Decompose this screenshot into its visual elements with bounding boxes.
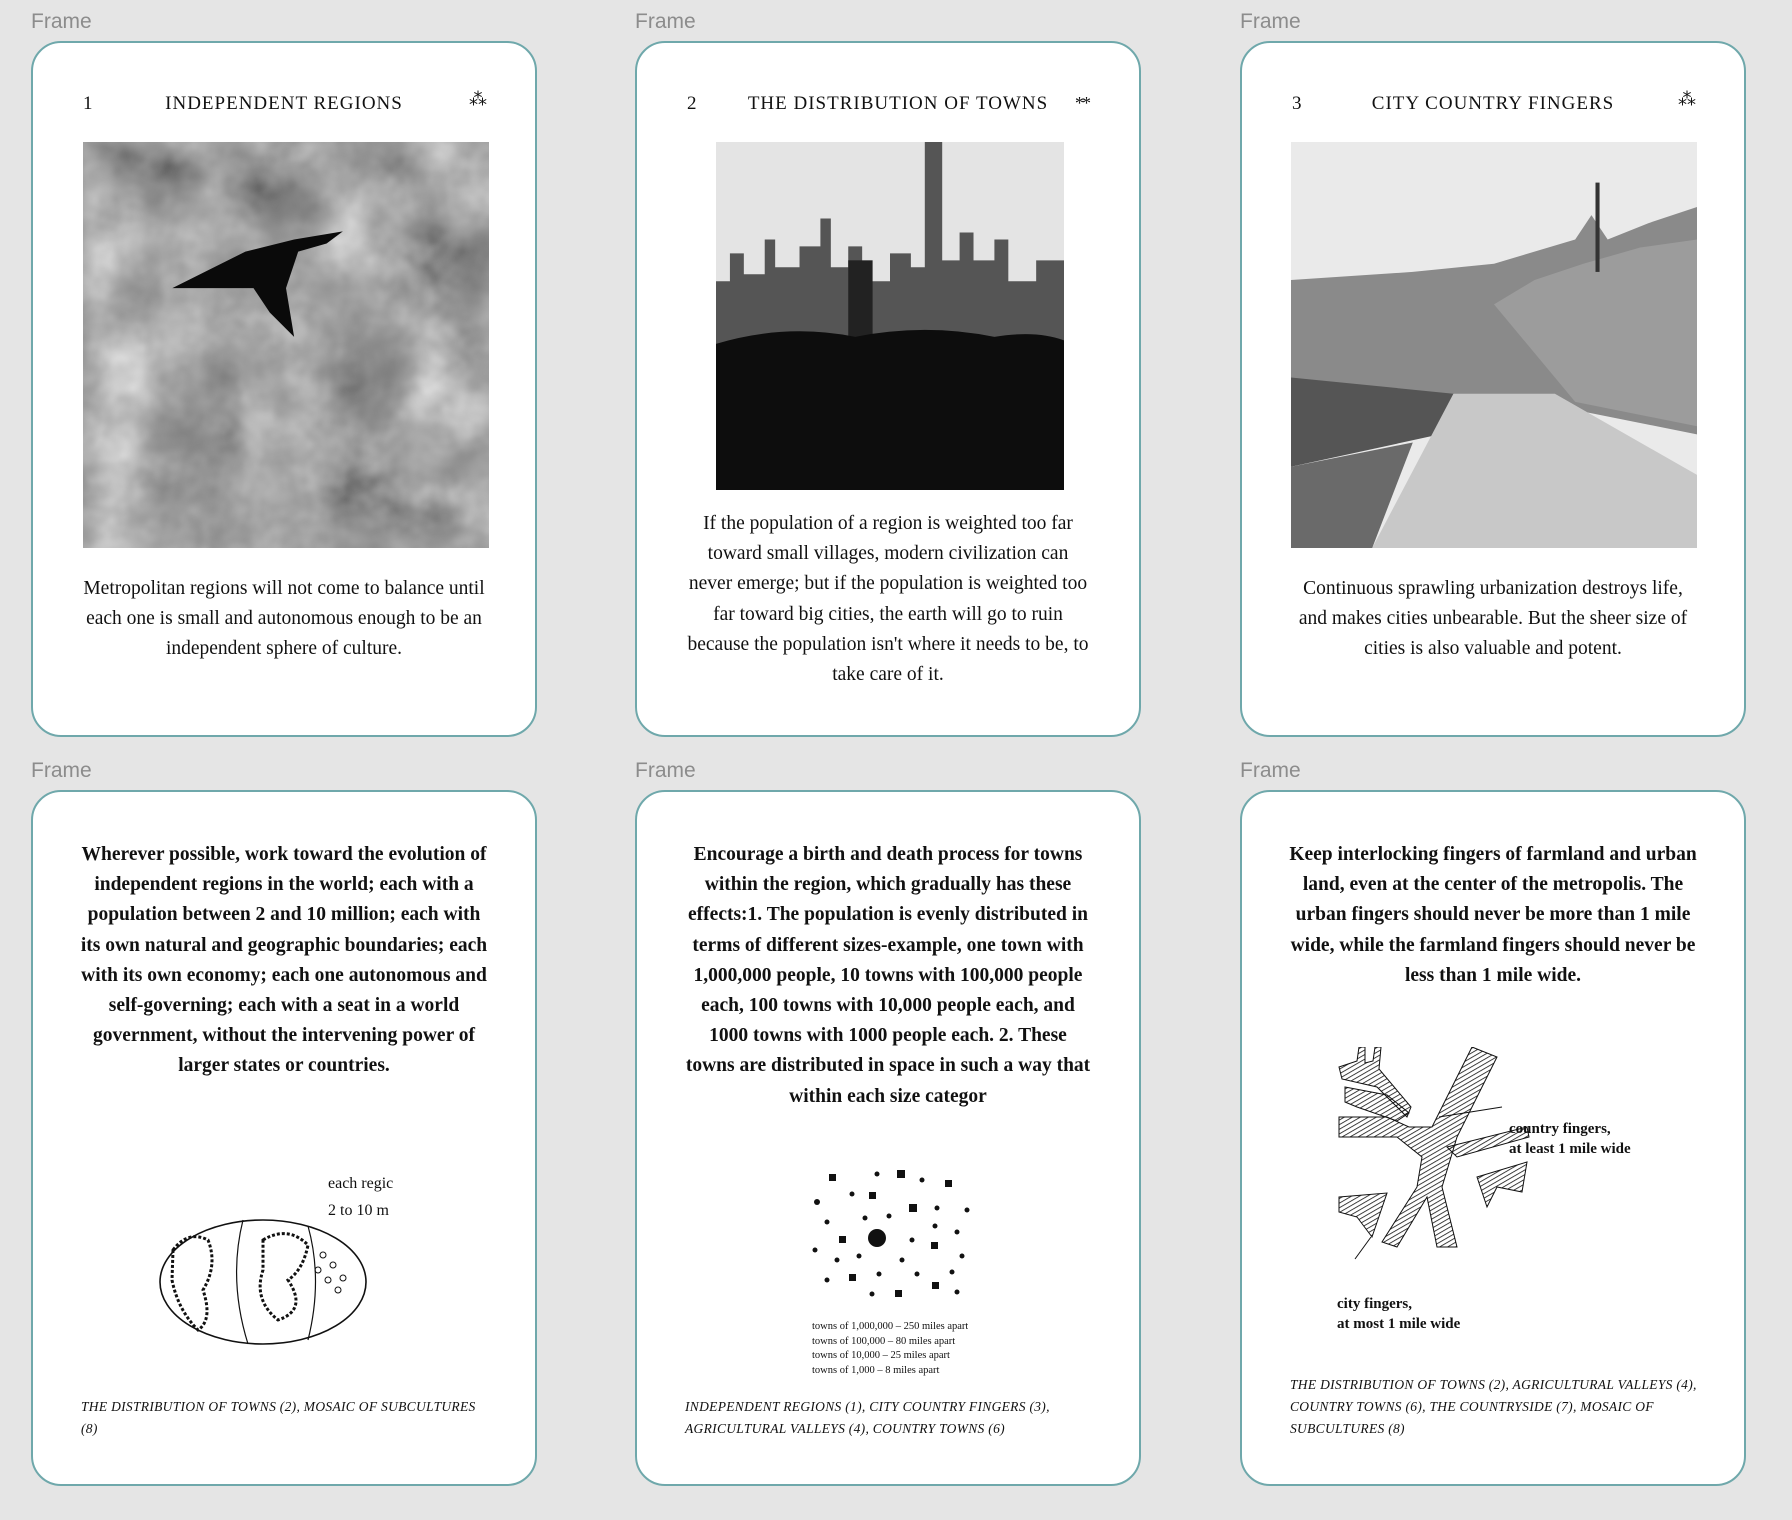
pattern-solution: Encourage a birth and death process for … (685, 844, 1091, 1107)
pattern-summary: Metropolitan regions will not come to ba… (83, 578, 485, 660)
pattern-card-front-2[interactable]: 2 THE DISTRIBUTION OF TOWNS ** If the popu… (635, 41, 1141, 737)
pattern-card-front-3[interactable]: 3 CITY COUNTRY FINGERS ⁂ Continuous sprawl… (1240, 41, 1746, 737)
frame-label: Frame (31, 10, 92, 33)
legend-item: towns of 1,000,000 – 250 miles apart (812, 1321, 969, 1332)
pattern-card-back-2[interactable]: Encourage a birth and death process for … (635, 790, 1141, 1486)
city-skyline-photo (716, 142, 1064, 490)
pattern-summary: Continuous sprawling urbanization destro… (1298, 578, 1688, 660)
figure-label: each regic (328, 1175, 394, 1192)
pattern-title: INDEPENDENT REGIONS (165, 93, 403, 114)
town-distribution-dot-diagram (807, 1162, 982, 1312)
figure-label: at least 1 mile wide (1509, 1141, 1631, 1157)
confidence-stars-icon: ⁂ (469, 89, 487, 109)
city-fingers-label: city fingers, at most 1 mile wide (1337, 1294, 1460, 1334)
related-patterns: THE DISTRIBUTION OF TOWNS (2), AGRICULTU… (1290, 1377, 1697, 1436)
pattern-solution: Wherever possible, work toward the evolu… (80, 844, 488, 1077)
pattern-card-back-1[interactable]: Wherever possible, work toward the evolu… (31, 790, 537, 1486)
related-patterns: INDEPENDENT REGIONS (1), CITY COUNTRY FI… (685, 1399, 1050, 1436)
figure-label: country fingers, (1509, 1121, 1611, 1137)
town-distribution-legend: towns of 1,000,000 – 250 miles apart tow… (812, 1320, 968, 1376)
pattern-title: CITY COUNTRY FINGERS (1371, 93, 1615, 114)
legend-item: towns of 100,000 – 80 miles apart (812, 1335, 956, 1347)
frame-label: Frame (1240, 759, 1301, 782)
frame-label: Frame (635, 759, 696, 782)
city-country-fingers-diagram (1337, 1046, 1537, 1277)
figure-label: city fingers, (1337, 1296, 1412, 1312)
figure-label: 2 to 10 m (328, 1202, 389, 1219)
confidence-stars-icon: ⁂ (1678, 89, 1696, 109)
figure-label: at most 1 mile wide (1337, 1316, 1461, 1332)
pattern-title: THE DISTRIBUTION OF TOWNS (747, 93, 1049, 114)
confidence-stars-icon: ** (1075, 93, 1091, 113)
frame-label: Frame (31, 759, 92, 782)
pattern-card-back-3[interactable]: Keep interlocking fingers of farmland an… (1240, 790, 1746, 1486)
pattern-card-front-1[interactable]: 1 INDEPENDENT REGIONS ⁂ Metropolitan regio… (31, 41, 537, 737)
frame-label: Frame (635, 10, 696, 33)
legend-item: towns of 1,000 – 8 miles apart (812, 1364, 940, 1376)
related-patterns: THE DISTRIBUTION OF TOWNS (2), MOSAIC OF… (81, 1399, 476, 1436)
bird-in-clouds-photo (83, 142, 489, 548)
pattern-number: 2 (687, 93, 698, 114)
legend-item: towns of 10,000 – 25 miles apart (812, 1350, 950, 1361)
regions-globe-sketch: each regic 2 to 10 m (158, 1170, 413, 1350)
pattern-solution: Keep interlocking fingers of farmland an… (1289, 844, 1697, 986)
country-fingers-label: country fingers, at least 1 mile wide (1509, 1119, 1631, 1159)
frame-label: Frame (1240, 10, 1301, 33)
village-street-photo (1291, 142, 1697, 548)
pattern-summary: If the population of a region is weighte… (687, 513, 1089, 686)
